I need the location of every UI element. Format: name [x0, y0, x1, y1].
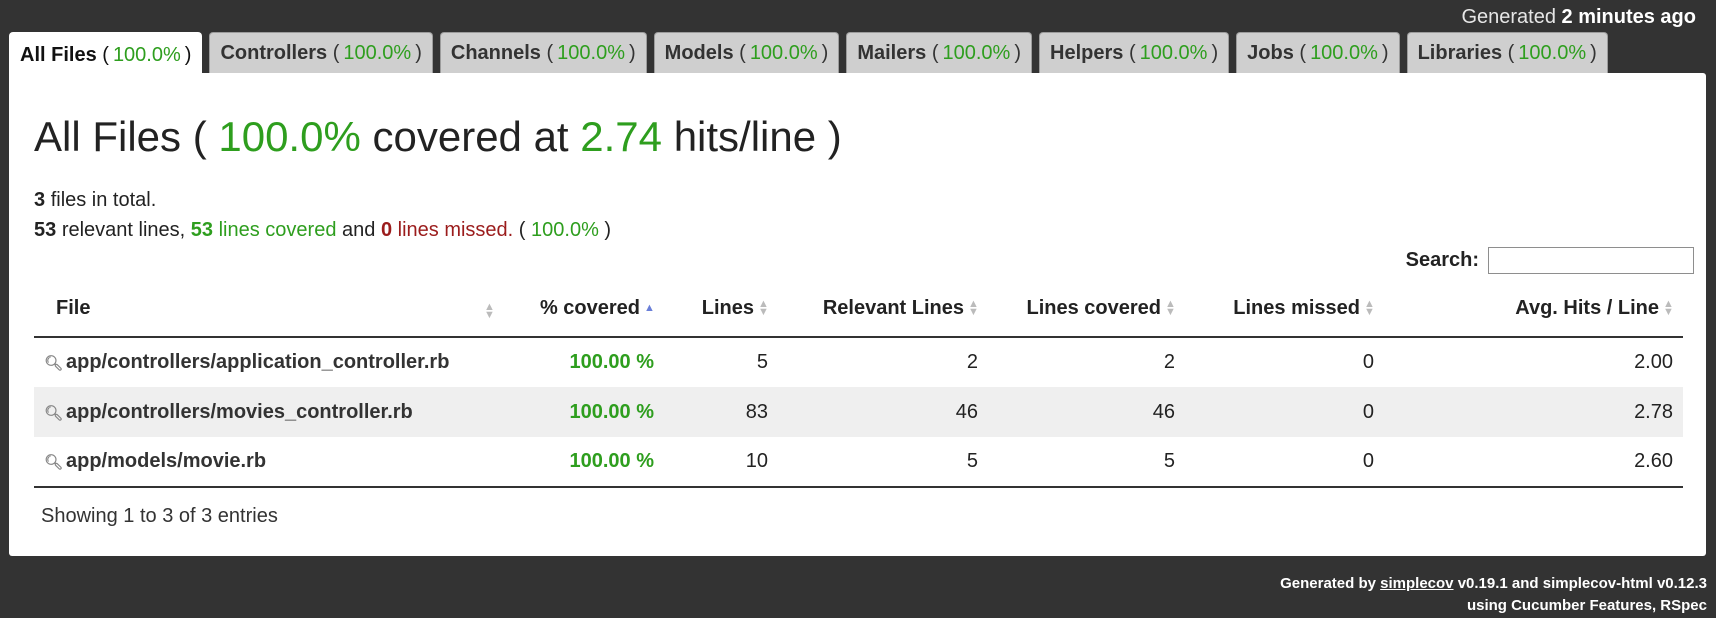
column-header-relevant-lines[interactable]: Relevant Lines ▲ ▼ — [778, 280, 988, 338]
cell-missed: 0 — [1362, 351, 1374, 373]
column-header-file[interactable]: File ▲ ▼ — [34, 280, 504, 338]
sort-icon: ▲ ▼ — [968, 298, 979, 319]
sort-icon: ▲ ▼ — [758, 298, 769, 319]
cell-lines-covered: 2 — [1163, 351, 1175, 373]
cell-lines-covered: 5 — [988, 437, 1185, 488]
search-box: Search: — [1406, 247, 1694, 274]
cell-lines: 10 — [664, 437, 778, 488]
timestamp-prefix: Generated — [1461, 6, 1556, 28]
cell-covered: 100.00 % — [569, 351, 654, 373]
column-header-avg-hits[interactable]: Avg. Hits / Line ▲ ▼ — [1384, 280, 1683, 338]
cell-avg-hits: 2.00 — [1634, 351, 1673, 373]
file-link[interactable]: 🔍︎ app/controllers/movies_controller.rb — [34, 387, 504, 437]
files-table: File ▲ ▼ % covered ▲ Lines ▲ ▼ Relevant Line… — [34, 280, 1683, 488]
tab-controllers[interactable]: Controllers (100.0%) — [209, 32, 433, 74]
file-link[interactable]: 🔍︎ app/models/movie.rb — [34, 437, 504, 488]
cell-missed: 0 — [1185, 437, 1384, 488]
column-header-covered[interactable]: % covered ▲ — [504, 280, 664, 338]
column-header-lines-covered[interactable]: Lines covered ▲ ▼ — [988, 280, 1185, 338]
simplecov-link[interactable]: simplecov — [1380, 575, 1453, 592]
footer-line-1: Generated by simplecov v0.19.1 and simpl… — [1280, 575, 1707, 592]
magnifier-icon: 🔍︎ — [44, 355, 64, 372]
timestamp-value: 2 minutes ago — [1561, 6, 1696, 28]
cell-lines: 5 — [756, 351, 768, 373]
coverage-panel: All Files ( 100.0% covered at 2.74 hits/… — [9, 73, 1706, 556]
file-link[interactable]: 🔍︎ app/controllers/application_controller… — [34, 337, 504, 387]
column-header-lines[interactable]: Lines ▲ ▼ — [664, 280, 778, 338]
title-hits-per-line: 2.74 — [580, 113, 663, 160]
cell-avg-hits: 2.78 — [1384, 387, 1683, 437]
search-label: Search: — [1405, 249, 1479, 271]
files-total-line: 3 files in total. — [34, 189, 157, 211]
footer-line-2: using Cucumber Features, RSpec — [1466, 597, 1707, 614]
tab-jobs[interactable]: Jobs (100.0%) — [1236, 32, 1400, 74]
sort-icon: ▲ ▼ — [484, 300, 495, 321]
group-tabs: All Files (100.0%) Controllers (100.0%) … — [9, 32, 1608, 77]
cell-relevant: 5 — [778, 437, 988, 488]
sort-icon: ▲ ▼ — [1165, 298, 1176, 319]
cell-covered: 100.00 % — [504, 437, 664, 488]
tab-helpers[interactable]: Helpers (100.0%) — [1039, 32, 1230, 74]
cell-lines-covered: 46 — [988, 387, 1185, 437]
tab-mailers[interactable]: Mailers (100.0%) — [846, 32, 1033, 74]
tab-libraries[interactable]: Libraries (100.0%) — [1406, 32, 1608, 74]
coverage-summary: 3 files in total. 53 relevant lines, 53 … — [34, 185, 611, 245]
tab-models[interactable]: Models (100.0%) — [653, 32, 840, 74]
sort-icon: ▲ ▼ — [1663, 298, 1674, 319]
cell-covered: 100.00 % — [504, 387, 664, 437]
magnifier-icon: 🔍︎ — [44, 454, 64, 471]
cell-missed: 0 — [1185, 387, 1384, 437]
cell-lines: 83 — [664, 387, 778, 437]
cell-avg-hits: 2.60 — [1384, 437, 1683, 488]
cell-relevant: 46 — [778, 387, 988, 437]
sort-icon: ▲ ▼ — [1364, 298, 1375, 319]
table-header-row: File ▲ ▼ % covered ▲ Lines ▲ ▼ Relevant Line… — [34, 280, 1683, 338]
title-coverage-pct: 100.0% — [218, 113, 361, 160]
cell-relevant: 2 — [966, 351, 978, 373]
tab-channels[interactable]: Channels (100.0%) — [439, 32, 647, 74]
tab-all-files[interactable]: All Files (100.0%) — [9, 32, 203, 77]
table-row: 🔍︎ app/controllers/application_controller… — [34, 337, 1683, 387]
page-title: All Files ( 100.0% covered at 2.74 hits/… — [34, 113, 842, 160]
footer: Generated by simplecov v0.19.1 and simpl… — [1280, 573, 1707, 617]
column-header-lines-missed[interactable]: Lines missed ▲ ▼ — [1185, 280, 1384, 338]
lines-summary-line: 53 relevant lines, 53 lines covered and … — [34, 219, 612, 241]
entries-info: Showing 1 to 3 of 3 entries — [41, 505, 278, 527]
table-row: 🔍︎ app/models/movie.rb 100.00 % 10 5 5 0 … — [34, 437, 1683, 488]
generated-timestamp: Generated 2 minutes ago — [1461, 6, 1696, 29]
search-input[interactable] — [1488, 247, 1694, 274]
sort-ascending-icon: ▲ — [644, 302, 655, 315]
table-row: 🔍︎ app/controllers/movies_controller.rb 1… — [34, 387, 1683, 437]
magnifier-icon: 🔍︎ — [44, 404, 64, 422]
